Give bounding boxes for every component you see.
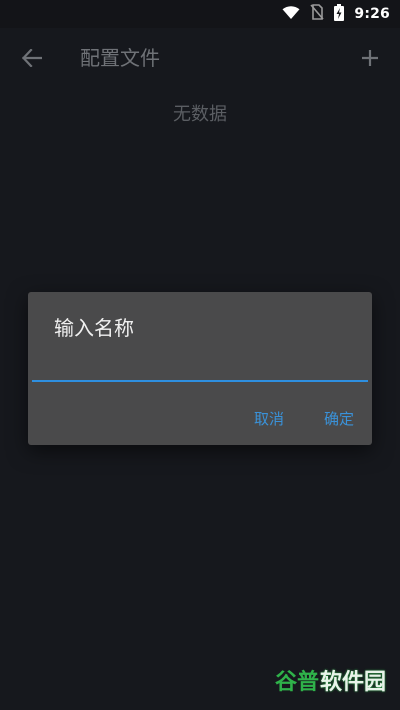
watermark-text-1: 谷普: [274, 670, 319, 695]
input-name-dialog: 输入名称 取消 确定: [28, 292, 372, 445]
app-screen: 9:26 配置文件 无数据 输入名称 取消 确定 谷普 软件园: [0, 0, 400, 710]
watermark-text-2: 软件园: [319, 670, 386, 695]
dialog-actions: 取消 确定: [254, 408, 354, 430]
dialog-title: 输入名称: [54, 316, 134, 340]
watermark-logo: 谷普 软件园: [275, 664, 386, 696]
name-input[interactable]: [32, 354, 368, 382]
cancel-button[interactable]: 取消: [254, 408, 284, 430]
confirm-button[interactable]: 确定: [324, 408, 354, 430]
